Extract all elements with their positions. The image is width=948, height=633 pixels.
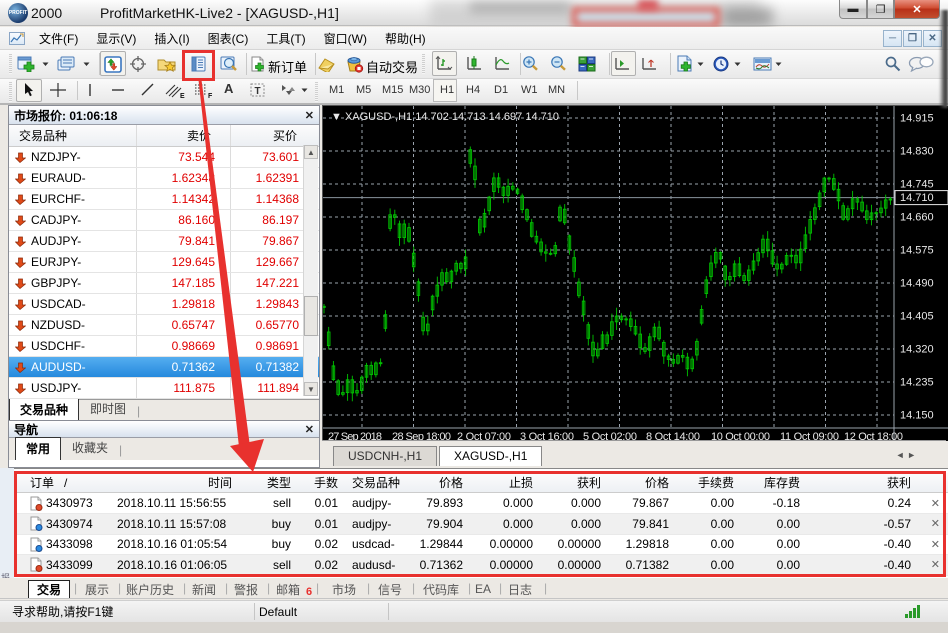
svg-text:14.745: 14.745: [900, 179, 934, 191]
svg-text:F: F: [208, 93, 213, 99]
svg-text:14.830: 14.830: [900, 146, 934, 158]
svg-text:14.490: 14.490: [900, 278, 934, 290]
svg-text:E: E: [180, 93, 185, 99]
svg-text:14.150: 14.150: [900, 410, 934, 422]
svg-text:14.575: 14.575: [900, 245, 934, 257]
svg-text:T: T: [255, 86, 261, 97]
svg-text:14.660: 14.660: [900, 212, 934, 224]
svg-text:14.235: 14.235: [900, 377, 934, 389]
svg-text:14.710: 14.710: [900, 192, 934, 204]
svg-text:▼ XAGUSD-,H1 14.702 14.713 14: ▼ XAGUSD-,H1 14.702 14.713 14.697 14.710: [331, 111, 559, 123]
svg-text:14.405: 14.405: [900, 311, 934, 323]
svg-text:14.915: 14.915: [900, 113, 934, 125]
svg-text:14.320: 14.320: [900, 344, 934, 356]
